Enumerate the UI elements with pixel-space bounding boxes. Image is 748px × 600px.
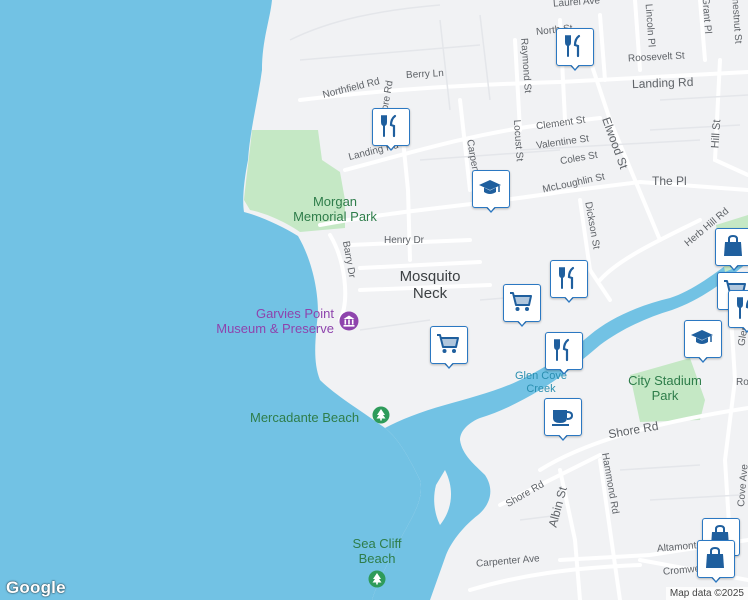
grocery-marker[interactable]	[503, 284, 541, 330]
marker-pointer-inner	[727, 261, 741, 269]
marker-pointer-inner	[442, 359, 456, 367]
marker-pointer-inner	[384, 141, 398, 149]
marker-pointer-inner	[556, 431, 570, 439]
restaurant-marker[interactable]	[372, 108, 410, 154]
marker-pointer-inner	[515, 317, 529, 325]
marker-pointer-inner	[568, 61, 582, 69]
school-marker[interactable]	[472, 170, 510, 216]
marker-pointer-inner	[696, 353, 710, 361]
school-marker[interactable]	[684, 320, 722, 366]
restaurant-marker[interactable]	[556, 28, 594, 74]
marker-pointer-inner	[740, 323, 748, 331]
marker-pointer-inner	[484, 203, 498, 211]
restaurant-marker[interactable]	[728, 290, 748, 336]
map-canvas[interactable]: Laurel Ave North St Lincoln Pl Grant Pl …	[0, 0, 748, 600]
grocery-marker[interactable]	[430, 326, 468, 372]
restaurant-marker[interactable]	[545, 332, 583, 378]
marker-pointer-inner	[709, 573, 723, 581]
shopping-marker[interactable]	[697, 540, 735, 586]
map-attribution[interactable]: Map data ©2025	[665, 587, 748, 600]
marker-pointer-inner	[557, 365, 571, 373]
google-logo[interactable]: Google	[6, 578, 66, 598]
cafe-marker[interactable]	[544, 398, 582, 444]
restaurant-marker[interactable]	[550, 260, 588, 306]
shopping-marker[interactable]	[715, 228, 748, 274]
marker-pointer-inner	[562, 293, 576, 301]
map-base-layer	[0, 0, 748, 600]
